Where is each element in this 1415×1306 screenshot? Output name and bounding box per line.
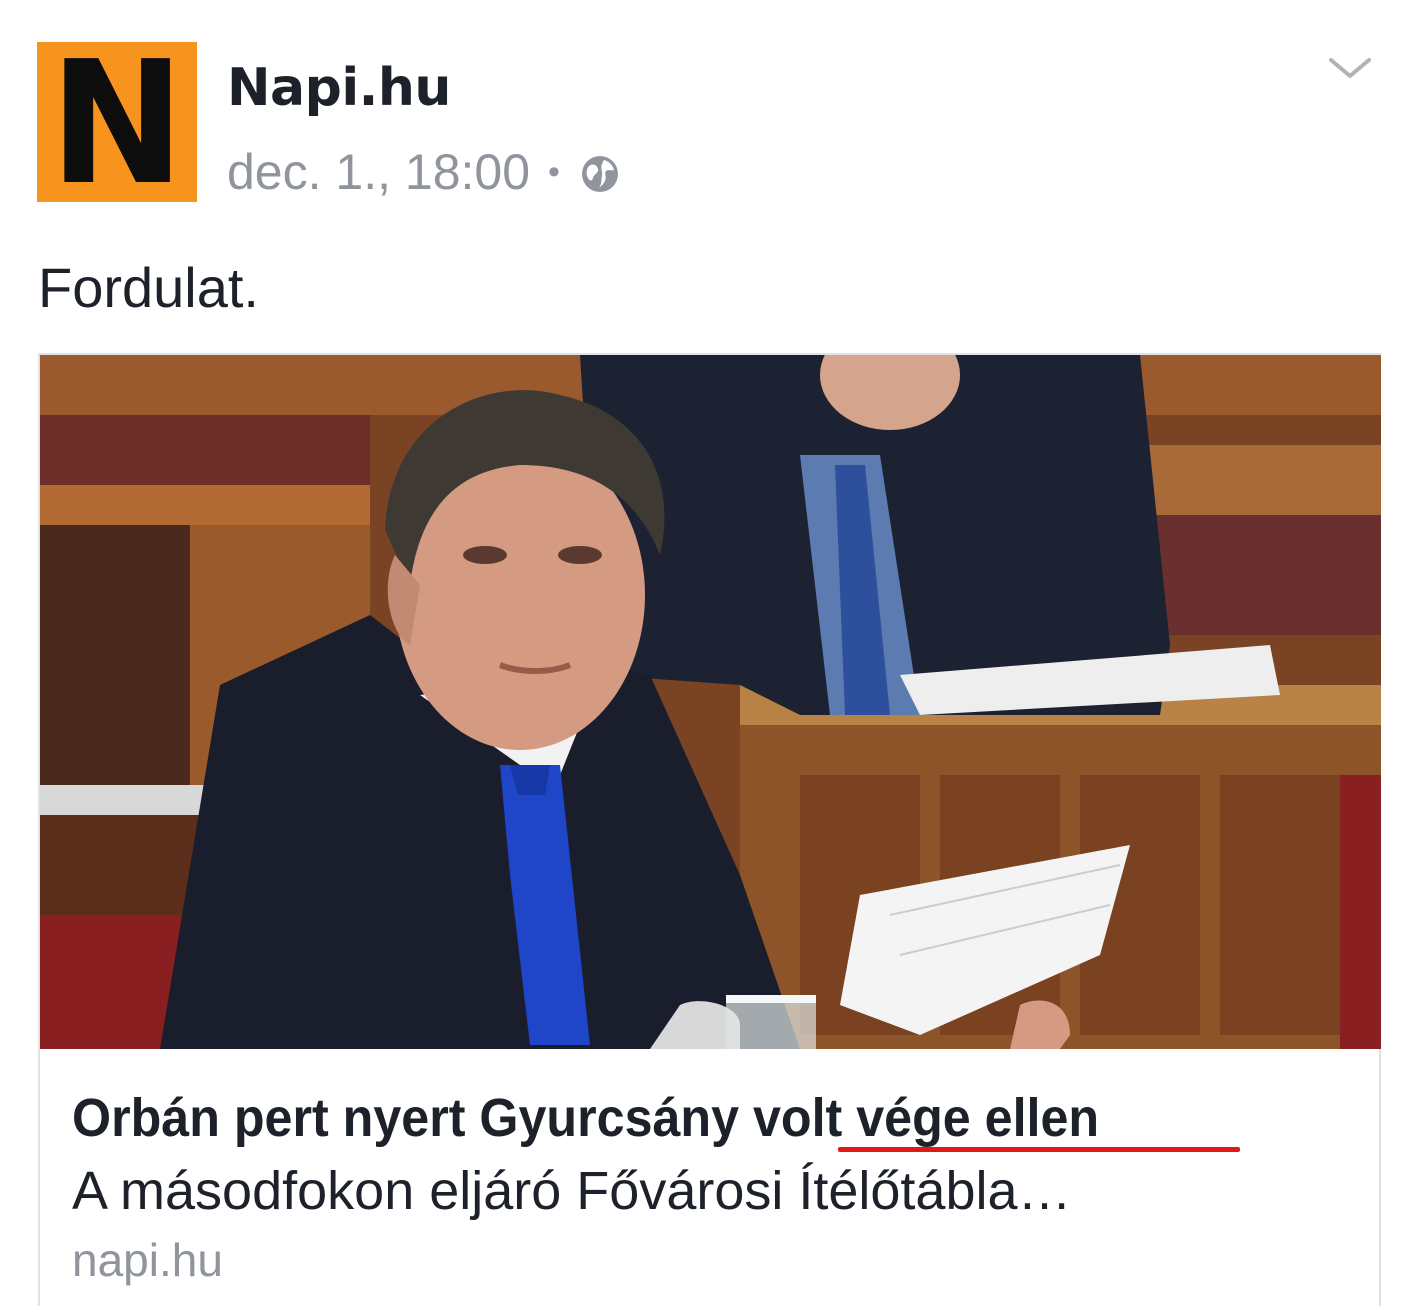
page-name-link[interactable]: Napi.hu (227, 58, 451, 118)
link-domain: napi.hu (72, 1234, 223, 1286)
link-description: A másodfokon eljáró Fővárosi Ítélőtábla… (72, 1161, 1072, 1221)
meta-separator: • (548, 152, 560, 191)
link-preview-image[interactable] (40, 355, 1381, 1049)
avatar-logo-letter: N (49, 25, 185, 223)
chevron-down-icon[interactable] (1325, 52, 1375, 82)
post-meta: dec. 1., 18:00 • (227, 143, 620, 201)
post-message: Fordulat. (38, 256, 259, 319)
link-preview-card[interactable]: Orbán pert nyert Gyurcsány volt vége ell… (38, 353, 1381, 1306)
facebook-post: N Napi.hu dec. 1., 18:00 • Fordulat. Orb… (0, 0, 1415, 1306)
page-avatar[interactable]: N (37, 39, 197, 209)
link-title[interactable]: Orbán pert nyert Gyurcsány volt vége ell… (72, 1087, 1099, 1149)
red-underline-annotation (838, 1147, 1240, 1152)
post-timestamp[interactable]: dec. 1., 18:00 (227, 143, 530, 201)
article-photo (40, 355, 1381, 1049)
globe-icon[interactable] (580, 154, 620, 194)
